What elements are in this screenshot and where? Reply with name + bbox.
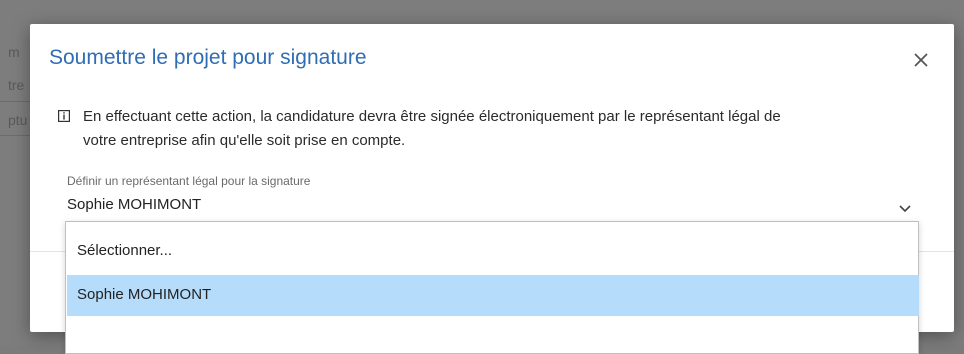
info-text-line-1: En effectuant cette action, la candidatu… [83, 108, 781, 125]
representative-dropdown-list: Sélectionner... Sophie MOHIMONT [65, 221, 919, 354]
modal-title: Soumettre le projet pour signature [49, 46, 367, 69]
close-button[interactable] [910, 49, 932, 71]
background-text-fragment: m [8, 44, 20, 60]
chevron-down-icon[interactable] [898, 204, 912, 214]
representative-select-value[interactable]: Sophie MOHIMONT [67, 196, 201, 213]
dropdown-option-label: Sélectionner... [77, 242, 173, 259]
info-text-line-2: votre entreprise afin qu'elle soit prise… [83, 132, 406, 149]
representative-select-label: Définir un représentant légal pour la si… [67, 174, 311, 188]
dropdown-option-sophie-mohimont[interactable]: Sophie MOHIMONT [67, 275, 919, 316]
dropdown-option-select[interactable]: Sélectionner... [67, 231, 919, 272]
close-icon [914, 53, 928, 67]
background-divider [0, 135, 32, 136]
background-text-fragment: tre [8, 77, 25, 93]
dropdown-option-label: Sophie MOHIMONT [77, 286, 212, 303]
background-divider [0, 101, 32, 102]
background-text-fragment: ptu [8, 112, 28, 128]
info-icon [58, 110, 70, 122]
